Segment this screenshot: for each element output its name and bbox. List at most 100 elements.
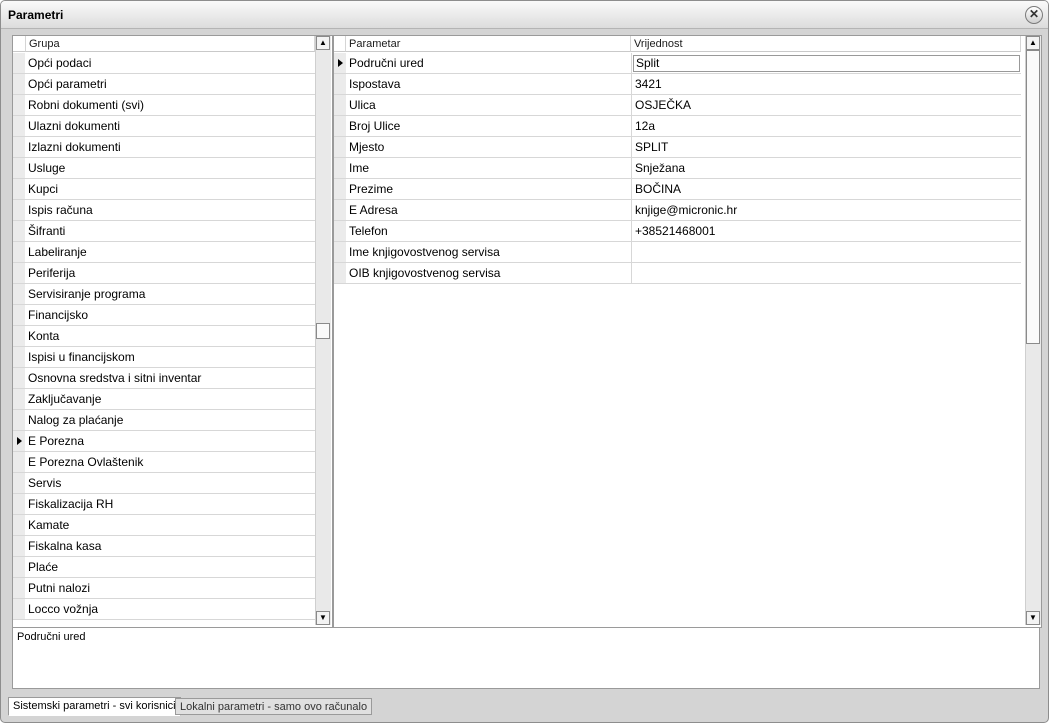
groups-scrollbar[interactable]: ▲ ▼	[315, 36, 331, 625]
row-indicator[interactable]	[13, 389, 25, 410]
group-list-item[interactable]: Labeliranje	[13, 242, 315, 263]
close-icon[interactable]: ✕	[1025, 6, 1043, 24]
row-pointer-icon[interactable]	[334, 53, 346, 74]
group-list-item[interactable]: Kupci	[13, 179, 315, 200]
group-list-item[interactable]: Putni nalozi	[13, 578, 315, 599]
row-indicator[interactable]	[13, 368, 25, 389]
param-value[interactable]	[631, 242, 1021, 263]
row-indicator[interactable]	[13, 578, 25, 599]
row-indicator[interactable]	[334, 116, 346, 137]
row-indicator[interactable]	[13, 137, 25, 158]
row-indicator[interactable]	[13, 116, 25, 137]
row-indicator[interactable]	[334, 200, 346, 221]
param-row[interactable]: Telefon +38521468001	[334, 221, 1021, 242]
group-list-item[interactable]: Izlazni dokumenti	[13, 137, 315, 158]
chevron-up-icon[interactable]: ▲	[1026, 36, 1040, 50]
row-indicator[interactable]	[334, 221, 346, 242]
row-indicator[interactable]	[13, 347, 25, 368]
param-row[interactable]: E Adresa knjige@micronic.hr	[334, 200, 1021, 221]
row-indicator[interactable]	[334, 263, 346, 284]
group-list-item[interactable]: E Porezna Ovlaštenik	[13, 452, 315, 473]
param-row[interactable]: Ulica OSJEČKA	[334, 95, 1021, 116]
params-scrollbar[interactable]: ▲ ▼	[1025, 36, 1041, 625]
row-indicator[interactable]	[334, 179, 346, 200]
param-value[interactable]: 3421	[631, 74, 1021, 95]
group-list-item[interactable]: Periferija	[13, 263, 315, 284]
group-list-item[interactable]: Šifranti	[13, 221, 315, 242]
param-row[interactable]: Ime knjigovostvenog servisa	[334, 242, 1021, 263]
row-indicator[interactable]	[13, 200, 25, 221]
param-row[interactable]: Područni ured Split	[334, 53, 1021, 74]
param-value[interactable]: SPLIT	[631, 137, 1021, 158]
group-list-item[interactable]: Ulazni dokumenti	[13, 116, 315, 137]
group-list-item[interactable]: Plaće	[13, 557, 315, 578]
column-header-parametar[interactable]: Parametar	[346, 36, 631, 52]
row-indicator[interactable]	[334, 74, 346, 95]
param-row[interactable]: Broj Ulice 12a	[334, 116, 1021, 137]
row-indicator[interactable]	[13, 326, 25, 347]
row-indicator[interactable]	[13, 599, 25, 620]
row-indicator[interactable]	[13, 515, 25, 536]
row-pointer-icon[interactable]	[13, 431, 25, 452]
row-indicator[interactable]	[13, 158, 25, 179]
group-list-item[interactable]: Servisiranje programa	[13, 284, 315, 305]
param-value[interactable]	[631, 263, 1021, 284]
param-row[interactable]: Prezime BOČINA	[334, 179, 1021, 200]
group-list-item[interactable]: Opći podaci	[13, 53, 315, 74]
param-value[interactable]: knjige@micronic.hr	[631, 200, 1021, 221]
group-list-item[interactable]: Ispisi u financijskom	[13, 347, 315, 368]
row-indicator[interactable]	[13, 284, 25, 305]
row-indicator[interactable]	[13, 536, 25, 557]
row-indicator[interactable]	[13, 494, 25, 515]
group-list-item[interactable]: E Porezna	[13, 431, 315, 452]
group-list-item[interactable]: Konta	[13, 326, 315, 347]
column-header-vrijednost[interactable]: Vrijednost	[631, 36, 1021, 52]
row-indicator[interactable]	[13, 221, 25, 242]
group-list-item[interactable]: Locco vožnja	[13, 599, 315, 620]
row-indicator[interactable]	[334, 242, 346, 263]
chevron-down-icon[interactable]: ▼	[316, 611, 330, 625]
param-value[interactable]: 12a	[631, 116, 1021, 137]
groups-scroll-thumb[interactable]	[316, 323, 330, 339]
param-value[interactable]: +38521468001	[631, 221, 1021, 242]
param-value[interactable]: BOČINA	[631, 179, 1021, 200]
row-indicator[interactable]	[13, 410, 25, 431]
row-indicator[interactable]	[13, 473, 25, 494]
group-list-item[interactable]: Kamate	[13, 515, 315, 536]
row-indicator[interactable]	[13, 305, 25, 326]
chevron-up-icon[interactable]: ▲	[316, 36, 330, 50]
tab-system-params[interactable]: Sistemski parametri - svi korisnici	[8, 697, 181, 716]
row-indicator[interactable]	[13, 179, 25, 200]
param-value-input[interactable]: Split	[633, 55, 1020, 72]
tab-local-params[interactable]: Lokalni parametri - samo ovo računalo	[175, 698, 373, 715]
chevron-down-icon[interactable]: ▼	[1026, 611, 1040, 625]
row-indicator[interactable]	[13, 263, 25, 284]
row-indicator[interactable]	[13, 74, 25, 95]
row-indicator[interactable]	[13, 53, 25, 74]
param-row[interactable]: Mjesto SPLIT	[334, 137, 1021, 158]
group-list-item[interactable]: Nalog za plaćanje	[13, 410, 315, 431]
param-row[interactable]: Ime Snježana	[334, 158, 1021, 179]
row-indicator[interactable]	[334, 137, 346, 158]
group-list-item[interactable]: Financijsko	[13, 305, 315, 326]
column-header-grupa[interactable]: Grupa	[26, 36, 315, 52]
row-indicator[interactable]	[13, 452, 25, 473]
row-indicator[interactable]	[334, 95, 346, 116]
param-value[interactable]: OSJEČKA	[631, 95, 1021, 116]
row-indicator[interactable]	[13, 242, 25, 263]
group-list-item[interactable]: Servis	[13, 473, 315, 494]
group-list-item[interactable]: Ispis računa	[13, 200, 315, 221]
param-value[interactable]: Snježana	[631, 158, 1021, 179]
group-list-item[interactable]: Opći parametri	[13, 74, 315, 95]
row-indicator[interactable]	[13, 95, 25, 116]
group-list-item[interactable]: Osnovna sredstva i sitni inventar	[13, 368, 315, 389]
param-row[interactable]: OIB knjigovostvenog servisa	[334, 263, 1021, 284]
param-row[interactable]: Ispostava 3421	[334, 74, 1021, 95]
group-list-item[interactable]: Usluge	[13, 158, 315, 179]
params-scroll-thumb[interactable]	[1026, 50, 1040, 344]
group-list-item[interactable]: Fiskalna kasa	[13, 536, 315, 557]
group-list-item[interactable]: Fiskalizacija RH	[13, 494, 315, 515]
row-indicator[interactable]	[334, 158, 346, 179]
group-list-item[interactable]: Robni dokumenti (svi)	[13, 95, 315, 116]
row-indicator[interactable]	[13, 557, 25, 578]
